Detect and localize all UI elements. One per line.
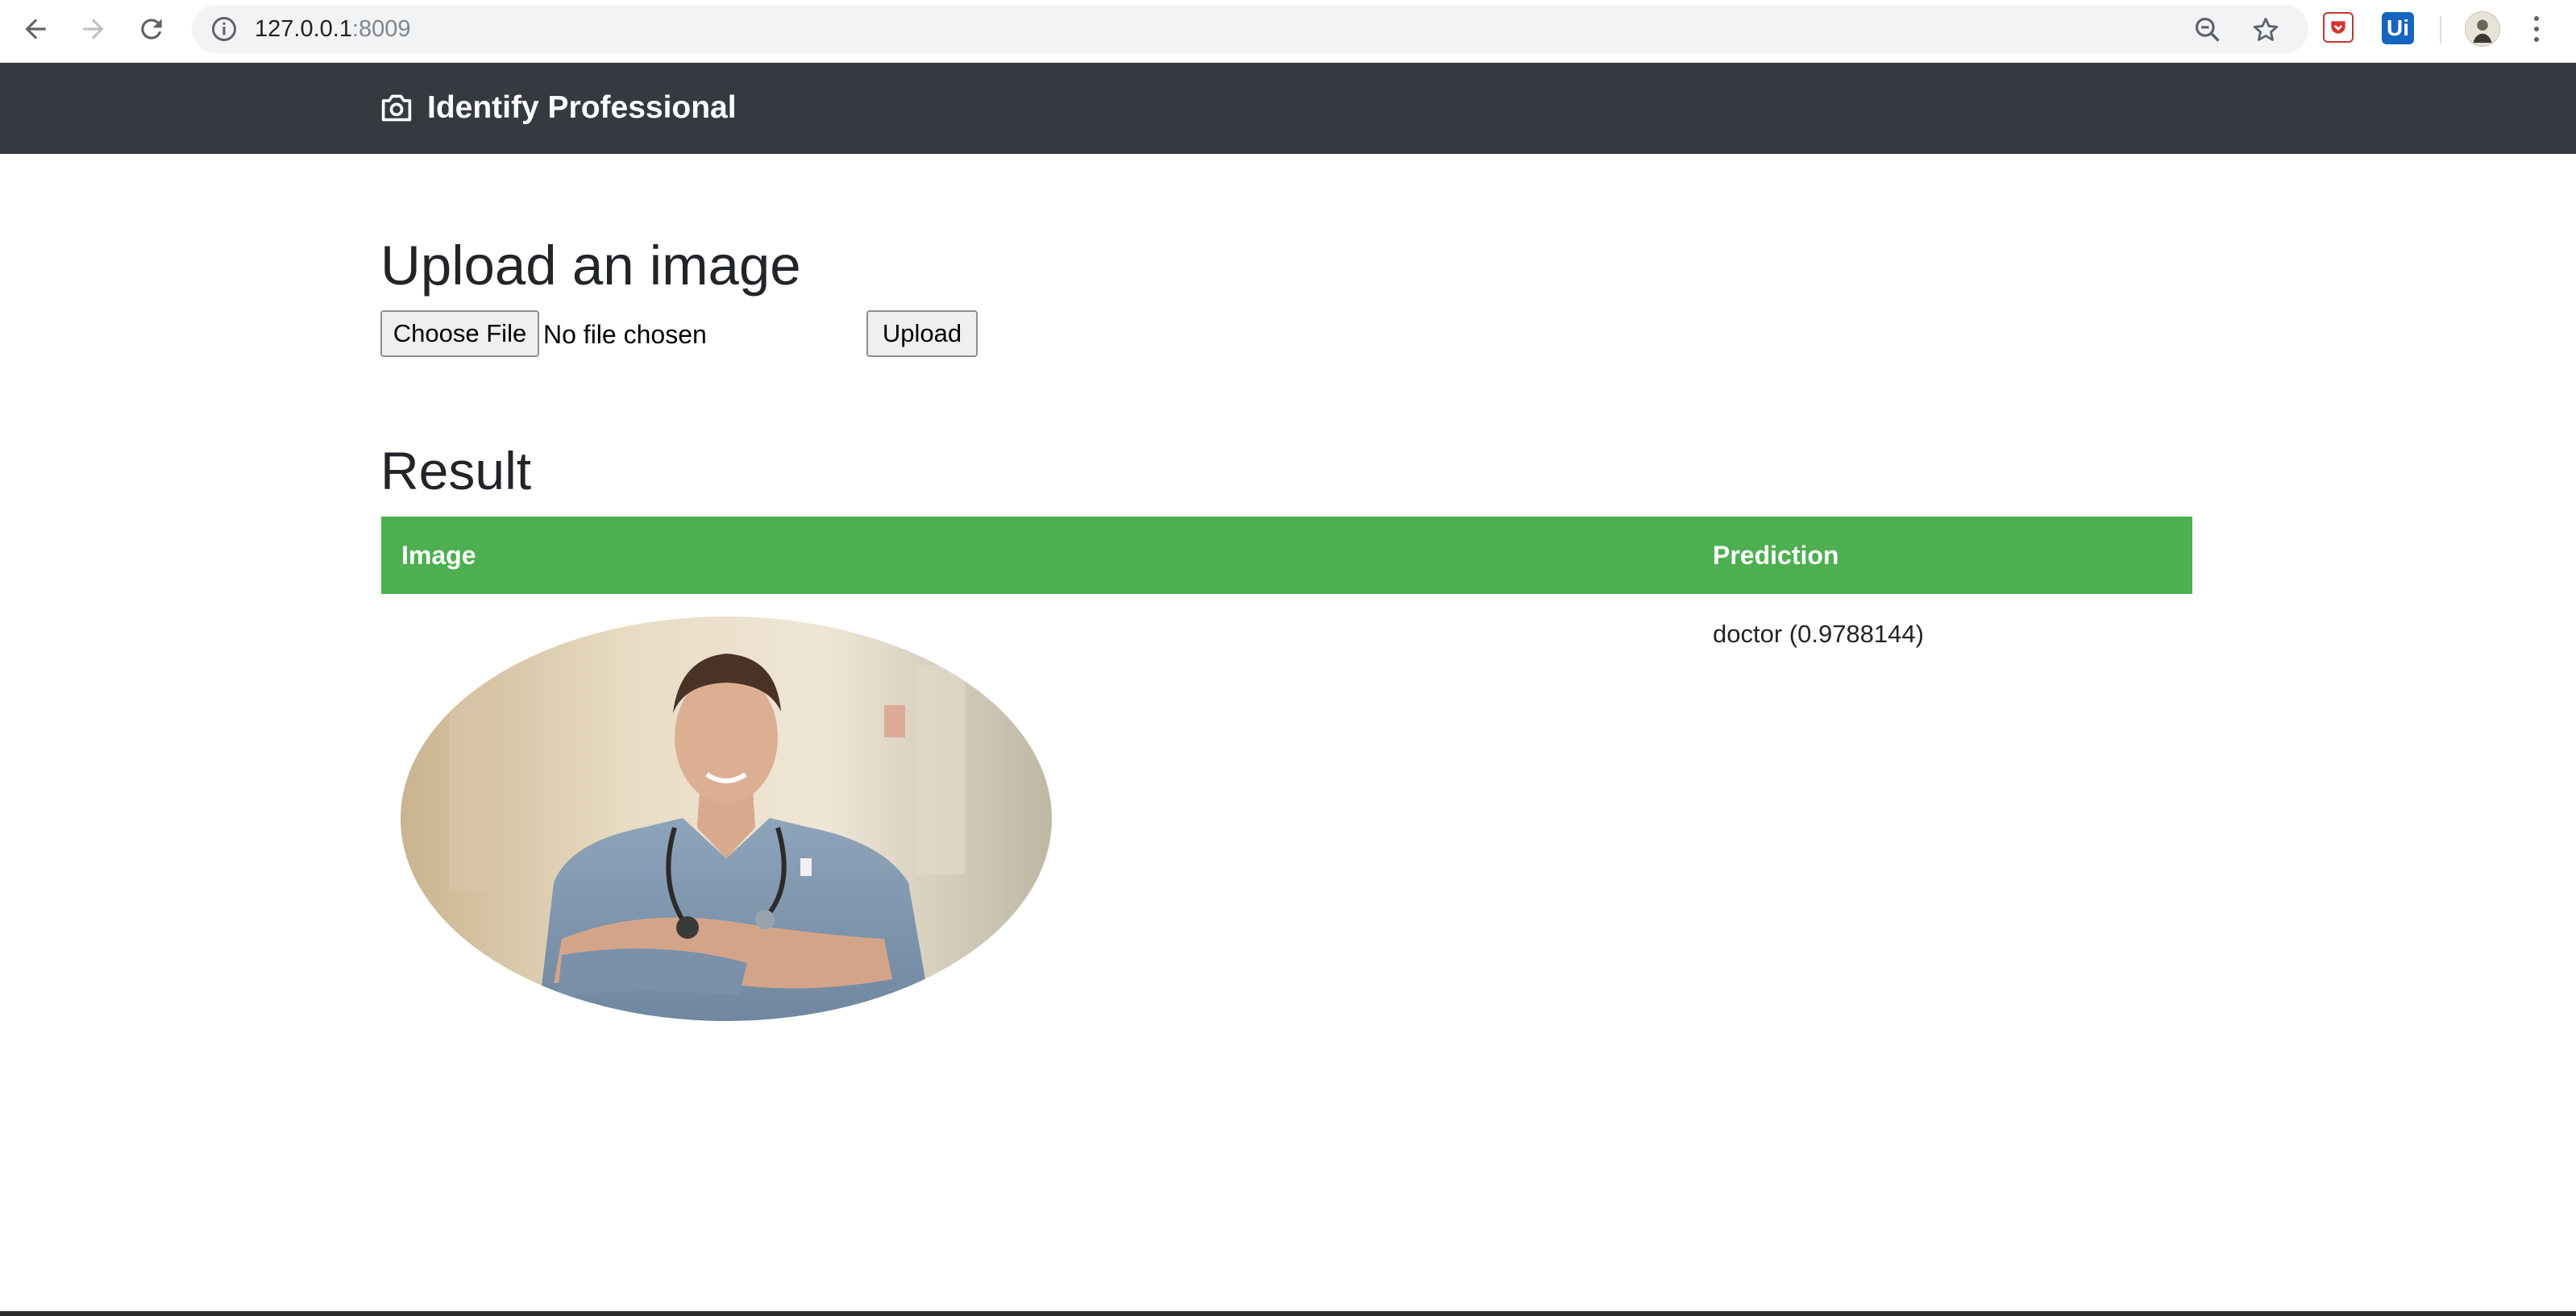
camera-icon	[381, 94, 412, 122]
image-cell	[381, 594, 1693, 1029]
column-header-image: Image	[401, 540, 476, 570]
url-host: 127.0.0.1	[255, 16, 352, 42]
address-bar[interactable]: 127.0.0.1:8009	[192, 5, 2308, 53]
choose-file-button[interactable]: Choose File	[380, 310, 539, 357]
toolbar-divider	[2440, 16, 2441, 44]
zoom-icon[interactable]	[2192, 15, 2223, 45]
reload-icon[interactable]	[132, 10, 171, 48]
result-heading: Result	[380, 441, 532, 500]
url-text[interactable]: 127.0.0.1:8009	[255, 16, 411, 42]
file-status-text: No file chosen	[543, 320, 707, 349]
menu-dots-icon[interactable]	[2524, 13, 2549, 45]
upload-button[interactable]: Upload	[866, 310, 978, 357]
url-port: :8009	[351, 16, 411, 42]
table-header-row: Image Prediction	[381, 517, 2192, 594]
table-row: doctor (0.9788144)	[381, 594, 2192, 1029]
pocket-extension-icon[interactable]	[2323, 12, 2354, 43]
profile-avatar[interactable]	[2465, 11, 2500, 47]
back-arrow-icon[interactable]	[16, 10, 55, 48]
doctor-photo	[401, 616, 1052, 1021]
star-icon[interactable]	[2250, 15, 2281, 45]
result-table: Image Prediction doctor (0.9788144)	[381, 517, 2192, 1029]
brand-link[interactable]: Identify Professional	[379, 89, 737, 127]
uipath-extension-label: Ui	[2387, 15, 2409, 40]
brand-title: Identify Professional	[427, 90, 737, 125]
column-header-prediction: Prediction	[1713, 540, 1839, 570]
browser-toolbar: 127.0.0.1:8009 Ui	[0, 0, 2576, 63]
navbar: Identify Professional	[0, 63, 2576, 154]
info-icon[interactable]	[210, 15, 239, 44]
forward-arrow-icon[interactable]	[74, 10, 113, 48]
window-bottom-edge	[0, 1311, 2576, 1316]
uipath-extension-icon[interactable]: Ui	[2382, 12, 2414, 44]
prediction-text: doctor (0.9788144)	[1713, 620, 1924, 648]
prediction-cell: doctor (0.9788144)	[1693, 594, 2192, 1029]
upload-heading: Upload an image	[380, 235, 801, 297]
